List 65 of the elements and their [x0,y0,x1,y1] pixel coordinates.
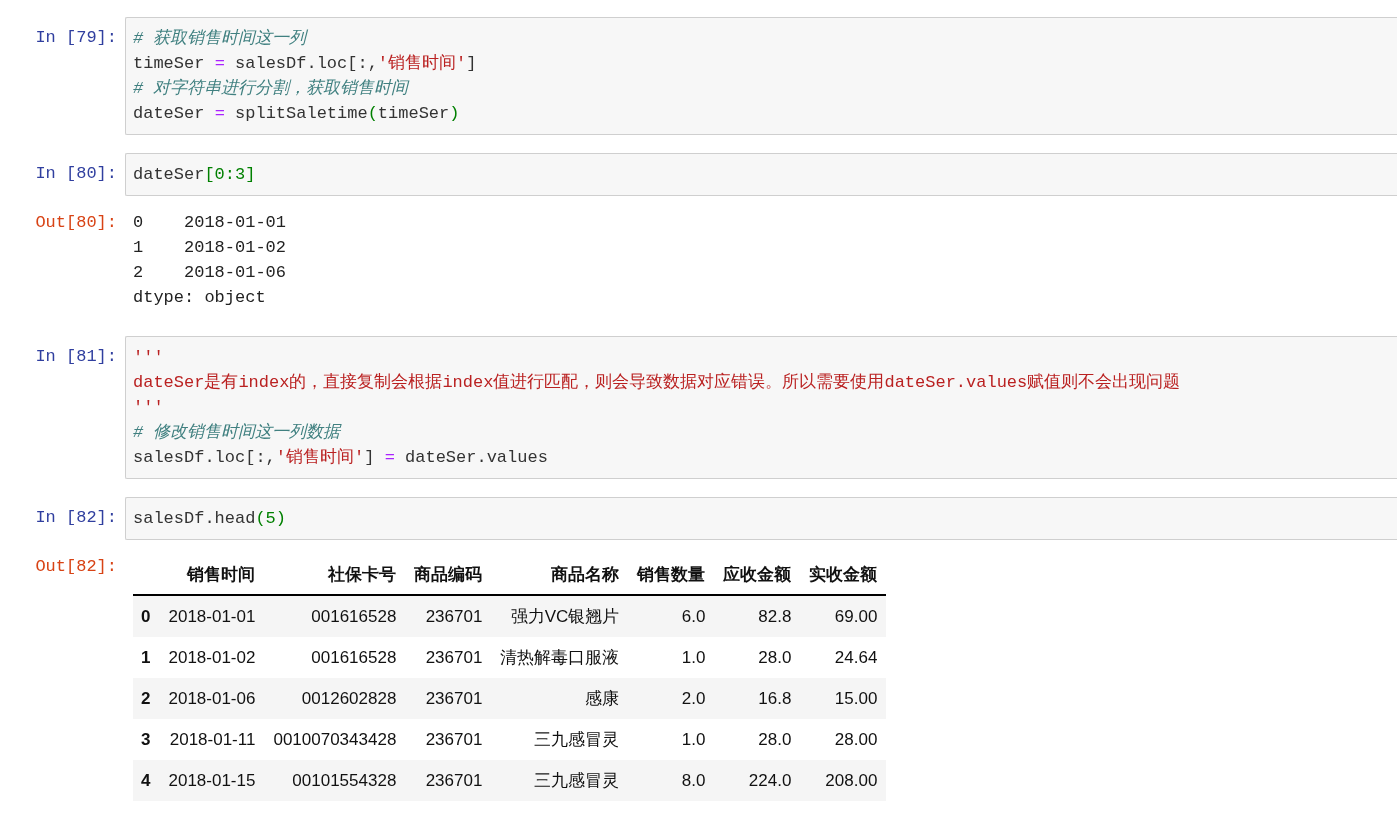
table-cell: 236701 [405,637,492,678]
table-cell: 24.64 [800,637,887,678]
cell-prompt: In [82]: [35,508,117,527]
output-line: dtype: object [133,287,267,309]
table-cell: 2018-01-02 [159,637,265,678]
code-line: # 修改销售时间这一列数据 [133,422,343,444]
table-cell: 236701 [405,719,492,760]
table-cell: 清热解毒口服液 [491,637,629,678]
row-index: 2 [133,678,160,719]
table-cell: 82.8 [714,595,801,637]
code-line: timeSer = salesDf.loc[:,'销售时间'] [133,53,478,75]
row-index: 1 [133,637,160,678]
code-input-area[interactable]: ''' dateSer是有index的，直接复制会根据index值进行匹配，则会导致数据对应错误。所以需要使用dateSer.values赋值则不会出现问题 ''' # 修改销售时间这一列数据 salesDf.loc[:,'销售时间'] = dateSer.values [125,336,1397,479]
table-cell: 16.8 [714,678,801,719]
table-cell: 001616528 [264,595,406,637]
table-cell: 2.0 [628,678,715,719]
table-cell: 8.0 [628,760,715,801]
code-line: dateSer[0:3] [133,164,257,186]
table-cell: 15.00 [800,678,887,719]
table-cell: 236701 [405,760,492,801]
table-cell: 0010070343428 [264,719,406,760]
cell-prompt: In [80]: [35,164,117,183]
code-input-area[interactable]: salesDf.head(5) [125,497,1397,540]
table-cell: 2018-01-01 [159,595,265,637]
code-line: ''' [133,397,165,419]
table-cell: 0012602828 [264,678,406,719]
code-line: salesDf.loc[:,'销售时间'] = dateSer.values [133,447,549,469]
code-line: dateSer是有index的，直接复制会根据index值进行匹配，则会导致数据对应错误。所以需要使用dateSer.values赋值则不会出现问题 [133,371,1182,394]
table-cell: 00101554328 [264,760,406,801]
output-line: 2 2018-01-06 [133,262,287,284]
table-cell: 2018-01-06 [159,678,265,719]
table-cell: 三九感冒灵 [491,760,629,801]
table-cell: 强力VC银翘片 [491,595,629,637]
cell-prompt: In [79]: [35,28,117,47]
code-line: salesDf.head(5) [133,508,288,530]
cell-prompt: In [81]: [35,347,117,366]
output-line: 1 2018-01-02 [133,237,287,259]
cell-prompt: Out[82]: [35,557,117,576]
table-cell: 28.0 [714,637,801,678]
table-cell: 224.0 [714,760,801,801]
table-cell: 001616528 [264,637,406,678]
table-cell: 208.00 [800,760,887,801]
table-cell: 6.0 [628,595,715,637]
row-index: 4 [133,760,160,801]
output-line: 0 2018-01-01 [133,212,287,234]
table-cell: 236701 [405,678,492,719]
row-index: 3 [133,719,160,760]
table-cell: 28.00 [800,719,887,760]
table-cell: 69.00 [800,595,887,637]
table-cell: 28.0 [714,719,801,760]
table-cell: 236701 [405,595,492,637]
table-cell: 感康 [491,678,629,719]
table-cell: 1.0 [628,637,715,678]
code-line: # 获取销售时间这一列 [133,28,309,50]
code-line: ''' [133,347,165,369]
code-input-area[interactable]: dateSer[0:3] [125,153,1397,196]
table-cell: 2018-01-11 [159,719,265,760]
table-cell: 1.0 [628,719,715,760]
code-line: dateSer = splitSaletime(timeSer) [133,103,461,125]
code-line: # 对字符串进行分割，获取销售时间 [133,77,411,100]
table-cell: 三九感冒灵 [491,719,629,760]
cell-prompt: Out[80]: [35,213,117,232]
code-input-area[interactable]: # 获取销售时间这一列 timeSer = salesDf.loc[:,'销售时间'] # 对字符串进行分割，获取销售时间 dateSer = splitSaletime(timeSer) [125,17,1397,135]
table-cell: 2018-01-15 [159,760,265,801]
row-index: 0 [133,595,160,637]
